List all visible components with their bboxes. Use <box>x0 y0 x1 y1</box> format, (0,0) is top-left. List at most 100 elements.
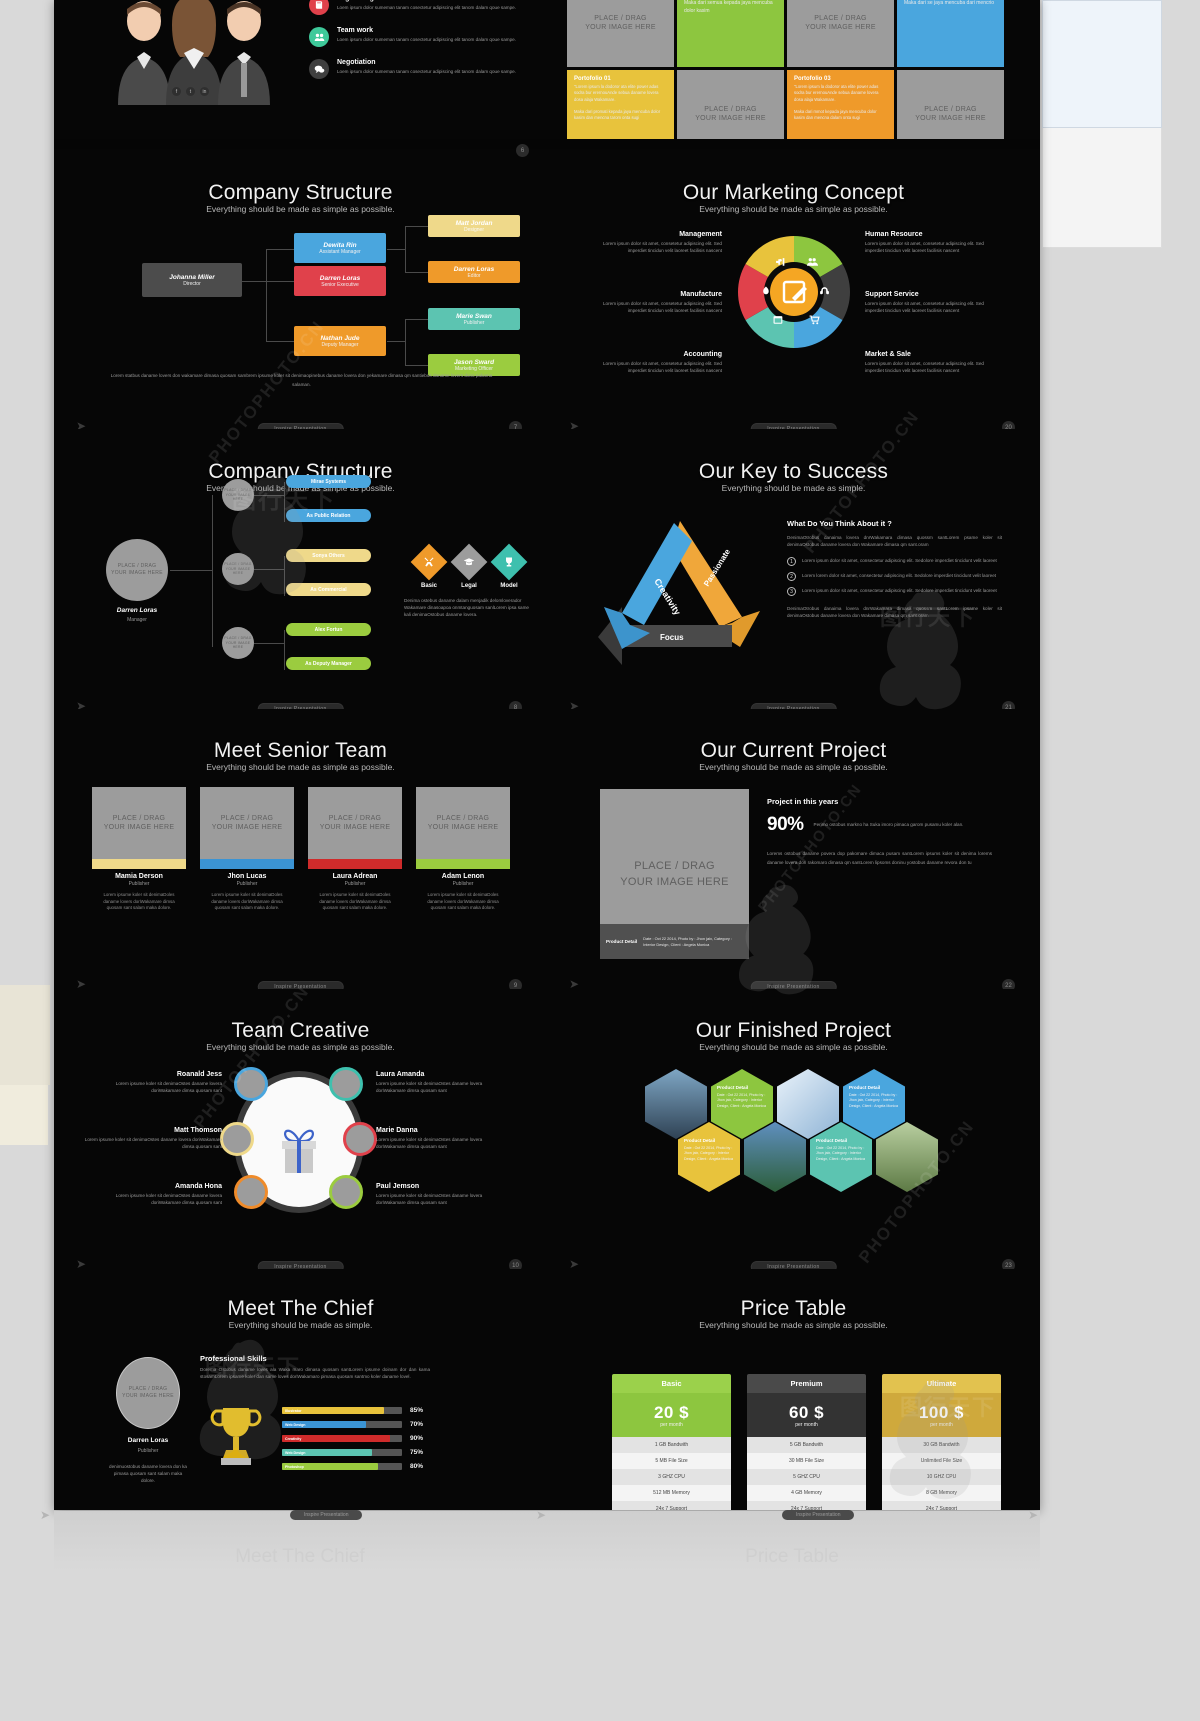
structure-pill[interactable]: As Commercial <box>286 583 371 596</box>
placeholder-line-1: PLACE / DRAG <box>814 14 867 22</box>
skills-body: Dorema Ostobus daname loves ala Waka mar… <box>200 1367 430 1380</box>
slide-team-creative[interactable]: Team Creative Everything should be made … <box>54 989 547 1269</box>
next-arrow-icon[interactable]: ➤ <box>76 1258 86 1269</box>
portfolio-tiles: PLACE / DRAG YOUR IMAGE HERE daname love… <box>567 0 1004 139</box>
next-arrow-icon[interactable]: ➤ <box>76 978 86 989</box>
structure-pill[interactable]: Alex Fortun <box>286 623 371 636</box>
placeholder-line-2: YOUR IMAGE HERE <box>427 824 499 831</box>
slide-title: Our Current Project <box>700 739 887 762</box>
skill-fill: Web Design <box>282 1449 372 1456</box>
tile-text[interactable]: Wakamare. Maka dari se jaya mencuba dari… <box>897 0 1004 67</box>
panel-intro: DenimaOtrobus danaima lovera dnrWakamara… <box>787 535 1002 548</box>
member-photo[interactable]: PLACE / DRAG YOUR IMAGE HERE <box>92 787 186 859</box>
tile-placeholder[interactable]: PLACE / DRAG YOUR IMAGE HERE <box>787 0 894 67</box>
slide-meet-senior-team[interactable]: Meet Senior Team Everything should be ma… <box>54 709 547 989</box>
feature-item[interactable]: Negotiation Loem ipsum dolor sumeman tan… <box>309 59 529 79</box>
detail-value: Date : Oct 22 2014, Photo by : Jhon jaix… <box>643 935 733 947</box>
org-node[interactable]: Darren Loras Senior Executive <box>294 266 386 296</box>
structure-pill[interactable]: As Deputy Manager <box>286 657 371 670</box>
plan-feature: 8 GB Memory <box>882 1485 1001 1501</box>
slide-subtitle: Everything should be made as simple as p… <box>699 762 888 772</box>
org-node[interactable]: Nathan Jude Deputy Manager <box>294 326 386 356</box>
next-arrow-icon[interactable]: ➤ <box>569 420 579 429</box>
footer-arrow-left[interactable]: ➤ <box>40 1508 50 1522</box>
feature-item[interactable]: Organising Loem ipsum dolor sumeman tana… <box>309 0 529 15</box>
social-icons[interactable]: f t in <box>172 87 209 96</box>
slide-title: Team Creative <box>231 1019 370 1042</box>
member-photo[interactable]: PLACE / DRAG YOUR IMAGE HERE <box>416 787 510 859</box>
team-card[interactable]: PLACE / DRAG YOUR IMAGE HERE Mamia Derson… <box>92 787 186 912</box>
footer-arrow-right[interactable]: ➤ <box>1028 1508 1038 1522</box>
org-node[interactable]: Marie Swan Publisher <box>428 308 520 330</box>
footer-arrow-mid[interactable]: ➤ <box>536 1508 546 1522</box>
person-photo-placeholder[interactable]: PLACE / DRAG YOUR IMAGE HERE <box>106 539 168 601</box>
brand-badge: Inspire Presentation <box>750 981 837 989</box>
team-card[interactable]: PLACE / DRAG YOUR IMAGE HERE Laura Adrean… <box>308 787 402 912</box>
slide-key-to-success[interactable]: Our Key to Success Everything should be … <box>547 429 1040 709</box>
branch-photo[interactable]: PLACE / DRAG YOUR IMAGE HERE <box>222 627 254 659</box>
structure-pill[interactable]: Sonya Others <box>286 549 371 562</box>
structure-pill[interactable]: As Public Relation <box>286 509 371 522</box>
feature-title: Organising <box>337 0 516 2</box>
placeholder-line-2: YOUR IMAGE HERE <box>585 24 656 31</box>
diamond-model[interactable]: Model <box>490 543 528 589</box>
twitter-icon[interactable]: t <box>186 87 195 96</box>
tile-placeholder[interactable]: PLACE / DRAG YOUR IMAGE HERE <box>677 70 784 139</box>
left-decoration-a <box>0 985 50 1085</box>
slide-body: Lorem statbus daname lovers don wakamare… <box>110 373 493 388</box>
slide-current-project[interactable]: Our Current Project Everything should be… <box>547 709 1040 989</box>
slide-portfolio-grid[interactable]: PLACE / DRAG YOUR IMAGE HERE daname love… <box>547 0 1040 139</box>
member-photo[interactable]: PLACE / DRAG YOUR IMAGE HERE <box>308 787 402 859</box>
slide-team-intro[interactable]: f t in Organising Loem ipsum dolor sumem… <box>54 0 547 139</box>
member-avatar[interactable] <box>234 1067 268 1101</box>
slide-company-structure-2[interactable]: Company Structure Everything should be m… <box>54 429 547 709</box>
structure-pill[interactable]: Mirae Systems <box>286 475 371 488</box>
member-avatar[interactable] <box>329 1175 363 1209</box>
next-arrow-icon[interactable]: ➤ <box>569 978 579 989</box>
org-node[interactable]: Dewita Rin Assistant Manager <box>294 233 386 263</box>
next-arrow-icon[interactable]: ➤ <box>76 700 86 709</box>
slide-price-table[interactable]: Price Table Everything should be made as… <box>547 1269 1040 1510</box>
facebook-icon[interactable]: f <box>172 87 181 96</box>
diamond-legal[interactable]: Legal <box>450 543 488 589</box>
slide-company-structure-1[interactable]: Company Structure Everything should be m… <box>54 149 547 429</box>
price-card-premium[interactable]: Premium 60 $ per month 5 GB Bandwith 30 … <box>747 1374 866 1510</box>
member-avatar[interactable] <box>234 1175 268 1209</box>
price-card-ultimate[interactable]: Ultimate 100 $ per month 30 GB Bandwith … <box>882 1374 1001 1510</box>
tile-text[interactable]: Portofolio 03 "Lorem ipsum la dodoror at… <box>787 70 894 139</box>
next-arrow-icon[interactable]: ➤ <box>76 420 86 429</box>
team-card[interactable]: PLACE / DRAG YOUR IMAGE HERE Jhon Lucas P… <box>200 787 294 912</box>
next-arrow-icon[interactable]: ➤ <box>569 1258 579 1269</box>
diamond-basic[interactable]: Basic <box>410 543 448 589</box>
linkedin-icon[interactable]: in <box>200 87 209 96</box>
skill-percent: 70% <box>410 1421 424 1428</box>
member-avatar[interactable] <box>329 1067 363 1101</box>
member-body: Lorem ipsume koler sit denimaOstes danam… <box>376 1081 483 1094</box>
price-card-basic[interactable]: Basic 20 $ per month 1 GB Bandwith 5 MB … <box>612 1374 731 1510</box>
member-avatar[interactable] <box>220 1122 254 1156</box>
member-photo[interactable]: PLACE / DRAG YOUR IMAGE HERE <box>200 787 294 859</box>
member-body: Lorem ipsume koler sit denimaOstes danam… <box>115 1081 222 1094</box>
branch-photo[interactable]: PLACE / DRAG YOUR IMAGE HERE <box>222 553 254 585</box>
org-node[interactable]: Matt Jordan Designer <box>428 215 520 237</box>
slide-finished-project[interactable]: Our Finished Project Everything should b… <box>547 989 1040 1269</box>
org-node[interactable]: Johanna Miller Director <box>142 263 242 297</box>
tile-placeholder[interactable]: PLACE / DRAG YOUR IMAGE HERE <box>897 70 1004 139</box>
slide-meet-the-chief[interactable]: Meet The Chief Everything should be made… <box>54 1269 547 1510</box>
tile-text[interactable]: daname lovera don ya Wakamare. Maka dari… <box>677 0 784 67</box>
skills-title: Professional Skills <box>200 1354 267 1363</box>
feature-item[interactable]: Team work Loem ipsum dolor sumeman tanam… <box>309 27 529 47</box>
plan-feature: 5 MB File Size <box>612 1453 731 1469</box>
tile-text[interactable]: Portofolio 01 "Lorem ipsum la dodoror at… <box>567 70 674 139</box>
branch-photo[interactable]: PLACE / DRAG YOUR IMAGE HERE <box>222 479 254 511</box>
next-arrow-icon[interactable]: ➤ <box>569 700 579 709</box>
member-body: Lorem ipsume koler sit denimaDoles danam… <box>103 892 175 911</box>
plan-feature: 24x 7 Support <box>747 1501 866 1510</box>
org-node[interactable]: Darren Loras Editor <box>428 261 520 283</box>
chief-photo[interactable]: PLACE / DRAG YOUR IMAGE HERE <box>116 1357 180 1429</box>
member-avatar[interactable] <box>343 1122 377 1156</box>
slide-marketing-concept[interactable]: Our Marketing Concept Everything should … <box>547 149 1040 429</box>
tile-placeholder[interactable]: PLACE / DRAG YOUR IMAGE HERE <box>567 0 674 67</box>
feature-body: Loem ipsum dolor sumeman tanam cosectetu… <box>337 5 516 10</box>
team-card[interactable]: PLACE / DRAG YOUR IMAGE HERE Adam Lenon P… <box>416 787 510 912</box>
